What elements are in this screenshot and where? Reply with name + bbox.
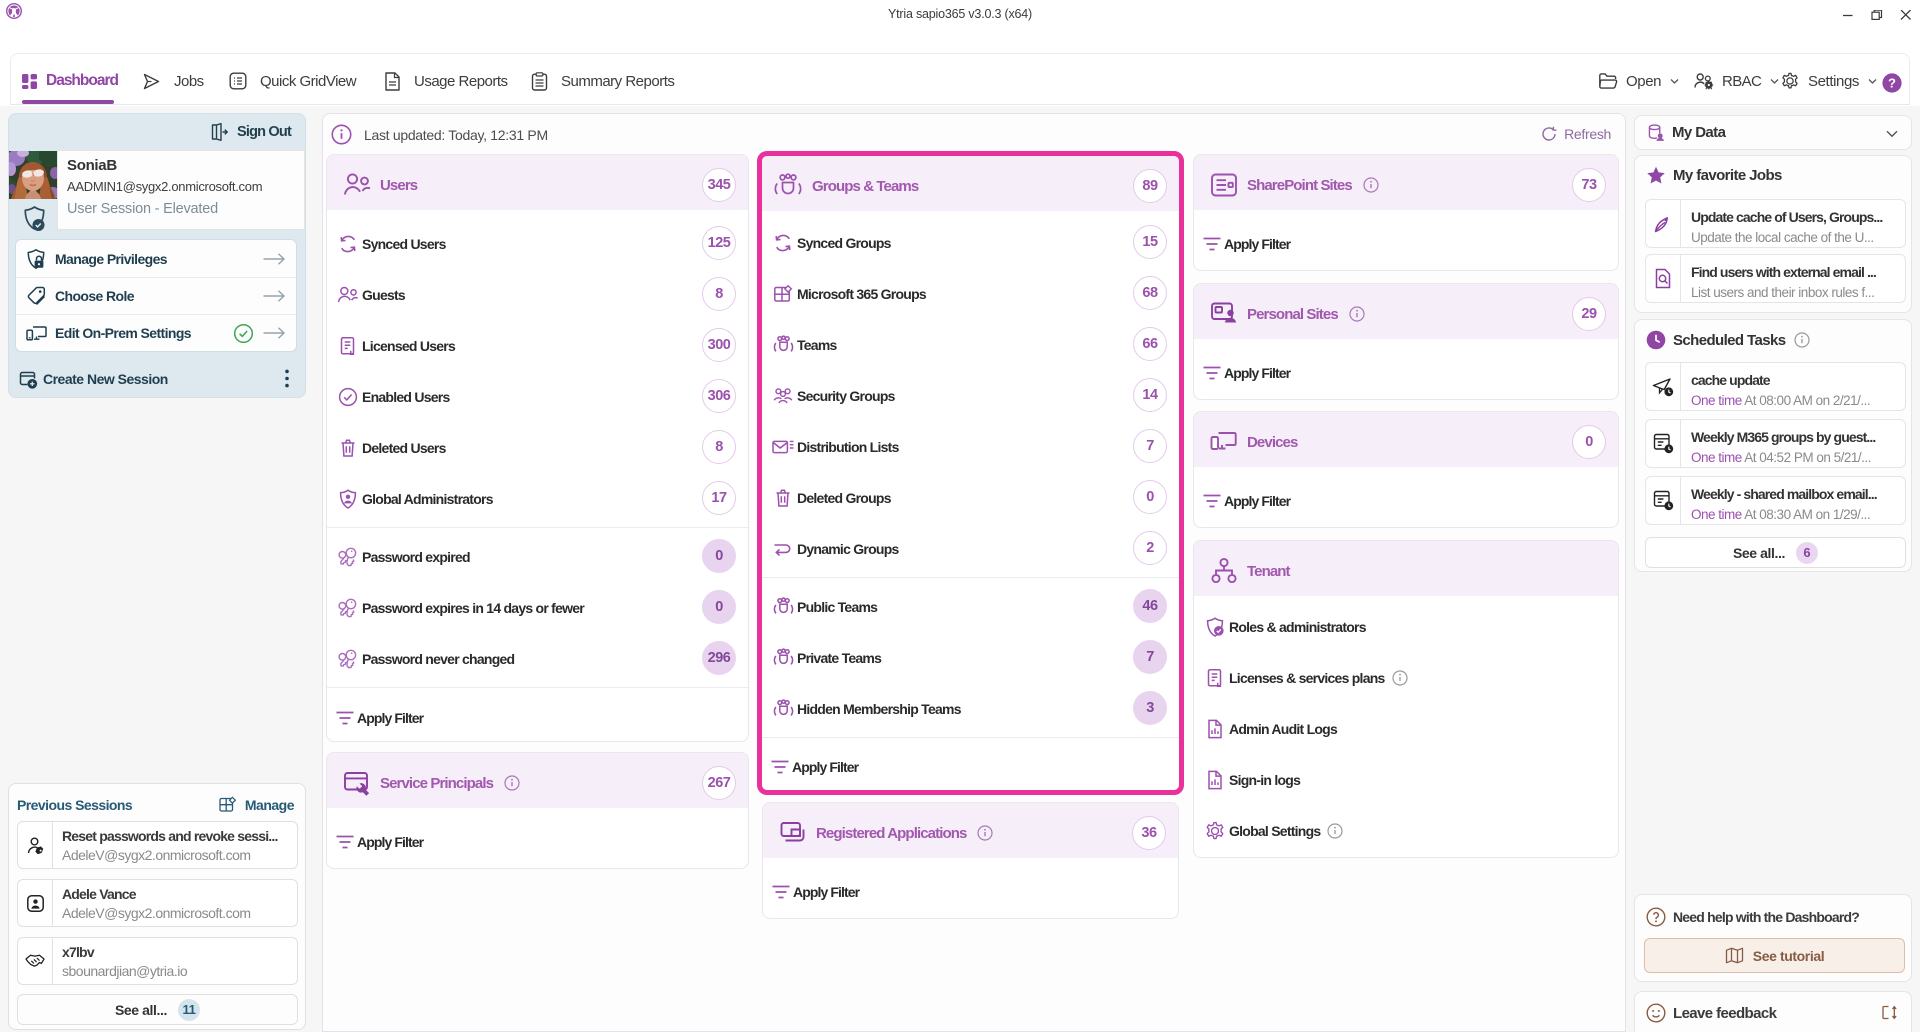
svg-text:?: ?: [1888, 75, 1896, 90]
